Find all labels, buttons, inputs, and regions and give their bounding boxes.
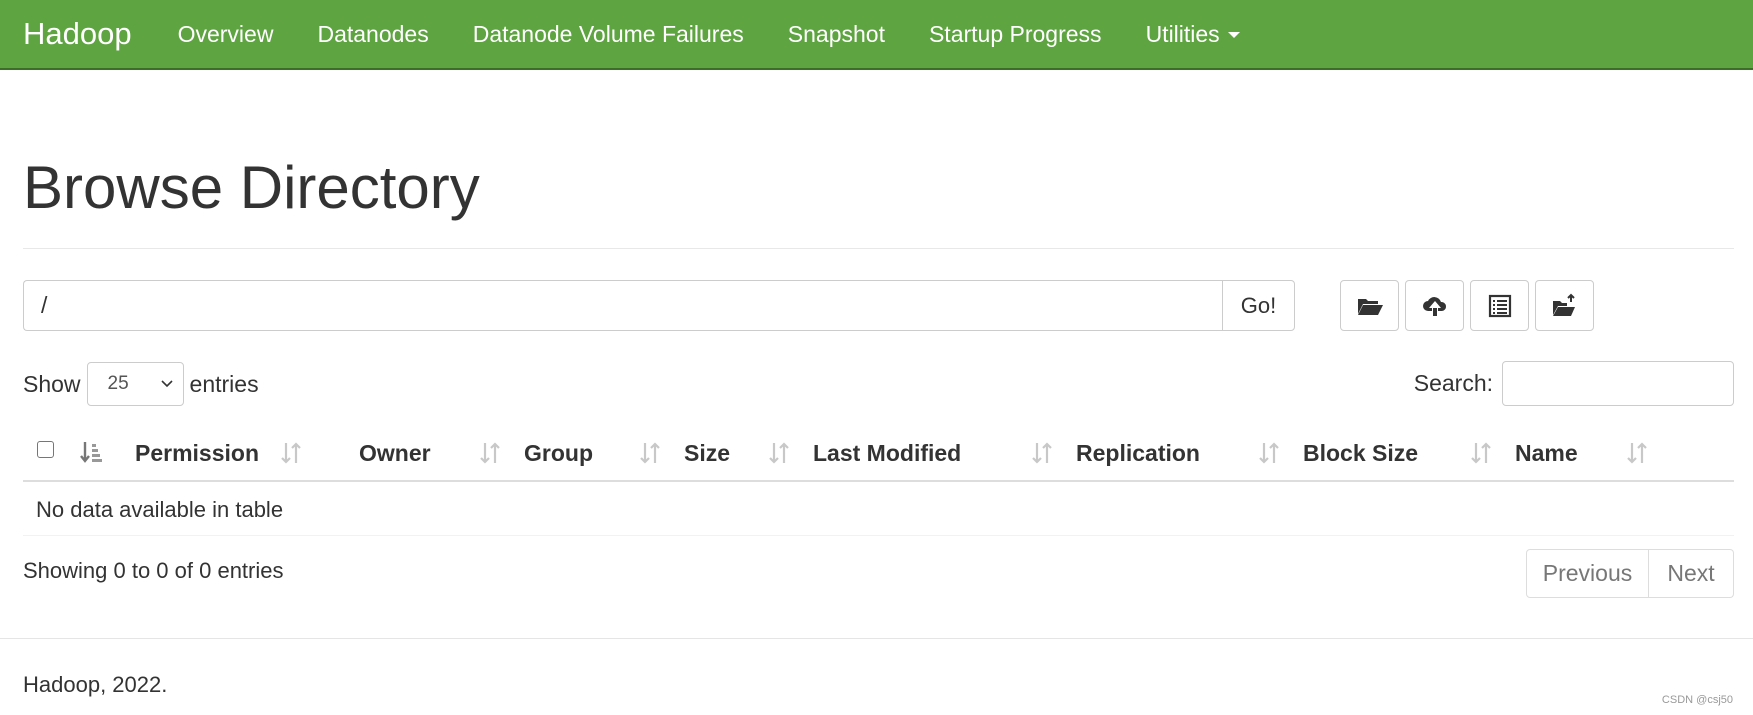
sort-both-icon[interactable] xyxy=(1258,440,1280,466)
list-alt-icon xyxy=(1488,294,1511,317)
sort-both-icon[interactable] xyxy=(639,440,661,466)
entries-per-page-select[interactable]: 25 xyxy=(86,362,184,406)
sort-both-icon[interactable] xyxy=(1031,440,1053,466)
sort-both-icon[interactable] xyxy=(1470,440,1492,466)
go-button[interactable]: Go! xyxy=(1222,280,1295,331)
next-page-button[interactable]: Next xyxy=(1649,549,1734,598)
column-header-replication[interactable]: Replication xyxy=(1076,426,1200,480)
caret-down-icon xyxy=(1227,32,1240,39)
folder-open-icon xyxy=(1357,298,1383,315)
nav-menu: Overview Datanodes Datanode Volume Failu… xyxy=(156,21,1262,48)
nav-item-utilities-dropdown[interactable]: Utilities xyxy=(1124,21,1262,47)
column-header-block-size[interactable]: Block Size xyxy=(1303,426,1418,480)
upload-files-button[interactable] xyxy=(1405,280,1464,331)
search-input[interactable] xyxy=(1502,361,1734,406)
watermark: CSDN @csj50 xyxy=(1661,694,1733,706)
folder-move-icon xyxy=(1552,293,1575,316)
length-control: Show 25 entries xyxy=(23,362,259,406)
column-header-name[interactable]: Name xyxy=(1515,426,1578,480)
table-info: Showing 0 to 0 of 0 entries xyxy=(23,558,284,583)
nav-item-datanode-volume-failures[interactable]: Datanode Volume Failures xyxy=(451,21,766,47)
directory-path-input[interactable] xyxy=(23,280,1223,331)
brand-link[interactable]: Hadoop xyxy=(23,16,132,52)
footer-divider xyxy=(0,638,1753,639)
select-all-checkbox[interactable] xyxy=(37,441,54,458)
cloud-upload-icon xyxy=(1422,296,1446,316)
page-title: Browse Directory xyxy=(23,154,480,221)
search-control: Search: xyxy=(1414,361,1734,406)
top-navbar: Hadoop Overview Datanodes Datanode Volum… xyxy=(0,0,1753,70)
sort-both-icon[interactable] xyxy=(479,440,501,466)
column-header-size[interactable]: Size xyxy=(684,426,730,480)
entries-label: entries xyxy=(189,370,259,397)
file-toolbar xyxy=(1340,280,1594,331)
column-header-last-modified[interactable]: Last Modified xyxy=(813,426,961,480)
nav-item-datanodes[interactable]: Datanodes xyxy=(295,21,450,47)
footer-text: Hadoop, 2022. xyxy=(23,672,168,697)
sort-both-icon[interactable] xyxy=(280,440,302,466)
move-directory-button[interactable] xyxy=(1535,280,1594,331)
nav-item-overview[interactable]: Overview xyxy=(156,21,296,47)
nav-item-snapshot[interactable]: Snapshot xyxy=(766,21,907,47)
pagination: Previous Next xyxy=(1526,549,1734,598)
create-directory-button[interactable] xyxy=(1340,280,1399,331)
nav-item-utilities-label: Utilities xyxy=(1145,20,1220,47)
sort-both-icon[interactable] xyxy=(768,440,790,466)
table-header-row: Permission Owner Group Size Last Modifie… xyxy=(23,426,1734,482)
column-header-owner[interactable]: Owner xyxy=(359,426,431,480)
cut-paste-button[interactable] xyxy=(1470,280,1529,331)
previous-page-button[interactable]: Previous xyxy=(1526,549,1649,598)
title-divider xyxy=(23,248,1734,249)
nav-item-startup-progress[interactable]: Startup Progress xyxy=(907,21,1124,47)
entries-select-value: 25 xyxy=(107,373,129,394)
sort-amount-desc-icon[interactable] xyxy=(80,440,102,466)
column-header-permission[interactable]: Permission xyxy=(135,426,259,480)
show-label: Show xyxy=(23,370,81,397)
chevron-down-icon xyxy=(160,380,173,388)
empty-table-message: No data available in table xyxy=(23,484,1734,536)
path-input-group: Go! xyxy=(23,280,1295,331)
sort-both-icon[interactable] xyxy=(1626,440,1648,466)
search-label: Search: xyxy=(1413,370,1493,396)
column-header-group[interactable]: Group xyxy=(524,426,593,480)
